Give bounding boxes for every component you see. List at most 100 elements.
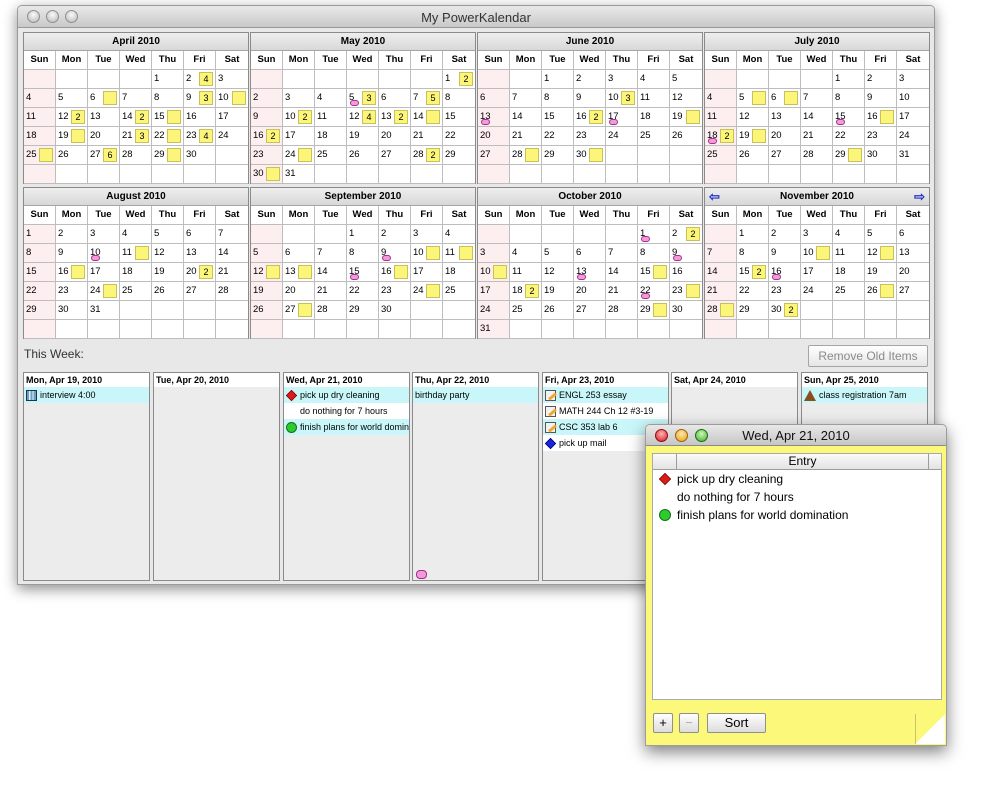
day-cell[interactable]: 25 (24, 146, 56, 165)
day-cell[interactable]: 17 (801, 263, 833, 282)
day-cell[interactable]: 5 (251, 244, 283, 263)
day-cell[interactable]: 27 (897, 282, 929, 301)
day-cell[interactable]: 1 (152, 70, 184, 89)
day-cell[interactable] (184, 165, 216, 184)
week-entry[interactable]: pick up dry cleaning (284, 387, 409, 403)
day-cell[interactable]: 29 (737, 301, 769, 320)
day-cell[interactable]: 22 (443, 127, 475, 146)
day-cell[interactable]: 22 (638, 282, 670, 301)
day-cell[interactable]: 26 (152, 282, 184, 301)
day-cell[interactable] (443, 301, 475, 320)
day-cell[interactable]: 29 (833, 146, 865, 165)
day-cell[interactable]: 10 (216, 89, 248, 108)
day-cell[interactable]: 16 (769, 263, 801, 282)
day-cell[interactable] (56, 320, 88, 339)
day-cell[interactable]: 3 (801, 225, 833, 244)
day-cell[interactable]: 10 (478, 263, 510, 282)
day-cell[interactable]: 7 (705, 244, 737, 263)
day-cell[interactable]: 13 (184, 244, 216, 263)
day-cell[interactable]: 15 (24, 263, 56, 282)
week-entry[interactable]: interview 4:00 (24, 387, 149, 403)
week-day-column[interactable]: Mon, Apr 19, 2010 interview 4:00 (23, 372, 150, 581)
day-cell[interactable] (347, 165, 379, 184)
day-cell[interactable] (769, 70, 801, 89)
day-cell[interactable]: 20 (769, 127, 801, 146)
entry-row[interactable]: pick up dry cleaning (653, 470, 941, 488)
day-cell[interactable]: 19 (347, 127, 379, 146)
day-cell[interactable]: 26 (542, 301, 574, 320)
day-cell[interactable] (897, 301, 929, 320)
day-cell[interactable]: 19 (152, 263, 184, 282)
day-cell[interactable]: 21 (801, 127, 833, 146)
day-cell[interactable]: 10 (411, 244, 443, 263)
day-cell[interactable]: 14 2 (120, 108, 152, 127)
day-cell[interactable]: 26 (251, 301, 283, 320)
day-cell[interactable] (510, 165, 542, 184)
day-cell[interactable]: 93 (184, 89, 216, 108)
day-cell[interactable] (801, 70, 833, 89)
day-cell[interactable] (216, 165, 248, 184)
day-cell[interactable]: 11 (638, 89, 670, 108)
day-cell[interactable]: 29 (24, 301, 56, 320)
day-cell[interactable]: 15 (152, 108, 184, 127)
day-cell[interactable]: 25 (120, 282, 152, 301)
day-cell[interactable]: 28 2 (411, 146, 443, 165)
day-cell[interactable]: 8 (737, 244, 769, 263)
day-cell[interactable] (737, 320, 769, 339)
day-cell[interactable]: 27 (478, 146, 510, 165)
day-cell[interactable] (606, 225, 638, 244)
day-cell[interactable] (510, 320, 542, 339)
day-cell[interactable]: 8 (24, 244, 56, 263)
day-cell[interactable]: 17 (283, 127, 315, 146)
day-cell[interactable]: 7 (120, 89, 152, 108)
day-cell[interactable] (737, 70, 769, 89)
day-cell[interactable]: 23 4 (184, 127, 216, 146)
day-cell[interactable]: 8 (638, 244, 670, 263)
day-cell[interactable] (88, 70, 120, 89)
day-cell[interactable]: 11 (833, 244, 865, 263)
day-cell[interactable] (120, 301, 152, 320)
day-cell[interactable]: 4 (705, 89, 737, 108)
day-cell[interactable]: 20 (897, 263, 929, 282)
day-cell[interactable]: 3 (216, 70, 248, 89)
day-cell[interactable]: 30 2 (769, 301, 801, 320)
day-cell[interactable]: 14 (801, 108, 833, 127)
day-cell[interactable]: 8 (833, 89, 865, 108)
day-cell[interactable]: 9 (379, 244, 411, 263)
day-cell[interactable]: 2 (769, 225, 801, 244)
entry-row[interactable]: do nothing for 7 hours (653, 488, 941, 506)
day-cell[interactable]: 20 (574, 282, 606, 301)
day-cell[interactable]: 10 2 (283, 108, 315, 127)
day-cell[interactable]: 12 (865, 244, 897, 263)
day-cell[interactable]: 18 (833, 263, 865, 282)
day-cell[interactable]: 16 2 (574, 108, 606, 127)
day-cell[interactable]: 17 (216, 108, 248, 127)
day-cell[interactable]: 21 (315, 282, 347, 301)
day-cell[interactable]: 21 (705, 282, 737, 301)
day-cell[interactable]: 28 (510, 146, 542, 165)
day-cell[interactable]: 27 (574, 301, 606, 320)
day-cell[interactable] (251, 225, 283, 244)
day-cell[interactable]: 6 (88, 89, 120, 108)
day-cell[interactable]: 12 (443, 70, 475, 89)
day-cell[interactable]: 28 (801, 146, 833, 165)
day-cell[interactable]: 1 (24, 225, 56, 244)
day-cell[interactable] (411, 301, 443, 320)
day-cell[interactable]: 3 (478, 244, 510, 263)
day-cell[interactable]: 25 (315, 146, 347, 165)
day-cell[interactable] (152, 301, 184, 320)
day-cell[interactable]: 24 (88, 282, 120, 301)
day-cell[interactable]: 26 (56, 146, 88, 165)
day-cell[interactable]: 5 (542, 244, 574, 263)
day-cell[interactable] (56, 165, 88, 184)
day-cell[interactable] (705, 320, 737, 339)
day-cell[interactable]: 1 (542, 70, 574, 89)
day-cell[interactable]: 21 (510, 127, 542, 146)
day-cell[interactable] (347, 70, 379, 89)
day-cell[interactable]: 19 (737, 127, 769, 146)
day-cell[interactable]: 16 (379, 263, 411, 282)
day-cell[interactable]: 27 6 (88, 146, 120, 165)
day-cell[interactable]: 6 (184, 225, 216, 244)
day-cell[interactable]: 9 (670, 244, 702, 263)
day-cell[interactable] (833, 165, 865, 184)
